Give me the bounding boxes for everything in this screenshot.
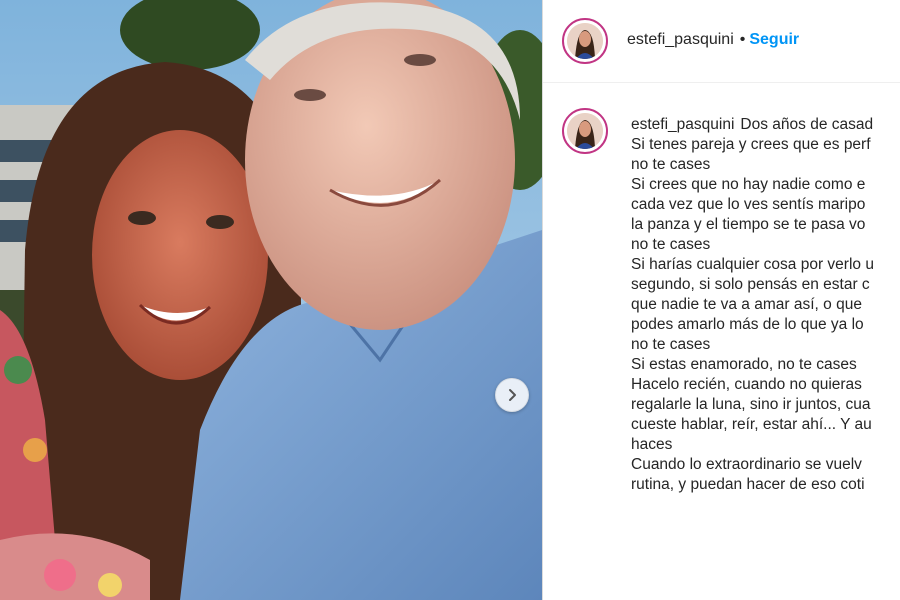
follow-button[interactable]: Seguir <box>749 31 799 48</box>
carousel-next-button[interactable] <box>495 378 529 412</box>
caption-section: estefi_pasquini Dos años de casad Si tene… <box>543 82 900 600</box>
separator-dot: • <box>739 31 746 48</box>
post-header: estefi_pasquini • Seguir <box>543 0 900 83</box>
profile-photo-icon <box>567 23 603 59</box>
post-side-panel: estefi_pasquini • Seguir estefi_pasquini Do… <box>543 0 900 600</box>
chevron-right-icon <box>509 389 516 401</box>
profile-photo-icon <box>567 113 603 149</box>
caption-avatar[interactable] <box>562 108 608 154</box>
avatar-image <box>567 23 603 59</box>
avatar-image <box>567 113 603 149</box>
caption-text: Dos años de casad Si tenes pareja y cree… <box>631 116 874 493</box>
post-photo <box>0 0 542 600</box>
username-link[interactable]: estefi_pasquini <box>627 31 734 48</box>
avatar[interactable] <box>562 18 608 64</box>
caption-body: estefi_pasquini Dos años de casad Si tene… <box>631 115 900 495</box>
couple-selfie-image <box>0 0 542 600</box>
header-user-line: estefi_pasquini • Seguir <box>627 31 799 49</box>
caption-username-link[interactable]: estefi_pasquini <box>631 116 734 133</box>
